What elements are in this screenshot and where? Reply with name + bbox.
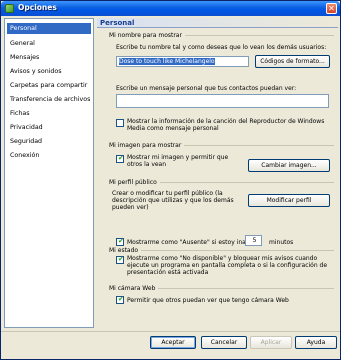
sidebar-item-general[interactable]: General xyxy=(7,38,91,49)
sidebar-item-privacidad[interactable]: Privacidad xyxy=(7,122,91,133)
sidebar-item-fichas[interactable]: Fichas xyxy=(7,108,91,119)
sidebar-item-seguridad[interactable]: Seguridad xyxy=(7,136,91,147)
category-list: Personal General Mensajes Avisos y sonid… xyxy=(4,18,94,328)
cancel-button[interactable]: Cancelar xyxy=(201,336,247,349)
settings-panel: Personal Mi nombre para mostrar Escribe … xyxy=(97,18,338,328)
profile-group-title: Mi perfil público xyxy=(109,179,160,186)
checkmark-icon: ✔ xyxy=(118,154,124,162)
personal-message-input[interactable] xyxy=(116,94,329,108)
status-group-title: Mi estado xyxy=(109,247,142,254)
busy-checkbox[interactable]: ✔ xyxy=(116,255,124,264)
minutes-label: minutos xyxy=(269,239,294,246)
checkmark-icon: ✔ xyxy=(118,295,124,303)
window-title: Opciones xyxy=(18,3,57,12)
media-info-label: Mostrar la información de la canción del… xyxy=(127,118,325,132)
help-button[interactable]: Ayuda xyxy=(295,336,337,349)
title-bar[interactable]: Opciones ✕ xyxy=(1,1,340,16)
messenger-icon xyxy=(5,4,14,13)
format-codes-button[interactable]: Códigos de formato... xyxy=(255,55,330,68)
sidebar-item-avisos[interactable]: Avisos y sonidos xyxy=(7,66,91,77)
webcam-label: Permitir que otros puedan ver que tengo … xyxy=(127,297,289,304)
group-divider xyxy=(109,250,334,251)
display-name-input[interactable]: Dose to touch like Michelangelo xyxy=(116,56,249,67)
footer-divider xyxy=(1,331,340,332)
webcam-group-title: Mi cámara Web xyxy=(109,285,159,292)
away-minutes-input[interactable]: 5 xyxy=(245,235,262,246)
apply-button[interactable]: Aplicar xyxy=(250,336,292,349)
name-prompt: Escribe tu nombre tal y como deseas que … xyxy=(116,44,327,51)
checkmark-icon: ✔ xyxy=(118,237,124,245)
profile-description: Crear o modificar tu perfil público (la … xyxy=(112,190,234,211)
close-button[interactable]: ✕ xyxy=(326,3,337,14)
accept-button[interactable]: Aceptar xyxy=(150,336,196,349)
display-name-value: Dose to touch like Michelangelo xyxy=(119,58,215,65)
sidebar-item-conexion[interactable]: Conexión xyxy=(7,150,91,161)
away-label: Mostrarme como "Ausente" si estoy inacti… xyxy=(127,239,261,246)
options-window: Opciones ✕ Personal General Mensajes Avi… xyxy=(0,0,341,360)
busy-label: Mostrarme como "No disponible" y bloquea… xyxy=(127,255,328,276)
sidebar-item-transferencia[interactable]: Transferencia de archivos xyxy=(7,94,91,105)
modify-profile-button[interactable]: Modificar perfil xyxy=(248,194,330,207)
show-image-label: Mostrar mi imagen y permitir que otros l… xyxy=(127,154,229,168)
away-checkbox[interactable]: ✔ xyxy=(116,237,124,246)
message-prompt: Escribe un mensaje personal que tus cont… xyxy=(116,85,297,92)
media-info-checkbox[interactable] xyxy=(116,119,124,127)
webcam-checkbox[interactable]: ✔ xyxy=(116,295,124,304)
sidebar-item-carpetas[interactable]: Carpetas para compartir xyxy=(7,80,91,91)
panel-title: Personal xyxy=(97,18,338,28)
show-image-checkbox[interactable]: ✔ xyxy=(116,154,124,163)
change-image-button[interactable]: Cambiar imagen... xyxy=(248,159,330,172)
checkmark-icon: ✔ xyxy=(118,255,124,263)
sidebar-item-mensajes[interactable]: Mensajes xyxy=(7,52,91,63)
name-group-title: Mi nombre para mostrar xyxy=(109,32,185,39)
image-group-title: Mi imagen para mostrar xyxy=(109,142,185,149)
sidebar-item-personal[interactable]: Personal xyxy=(7,23,91,34)
